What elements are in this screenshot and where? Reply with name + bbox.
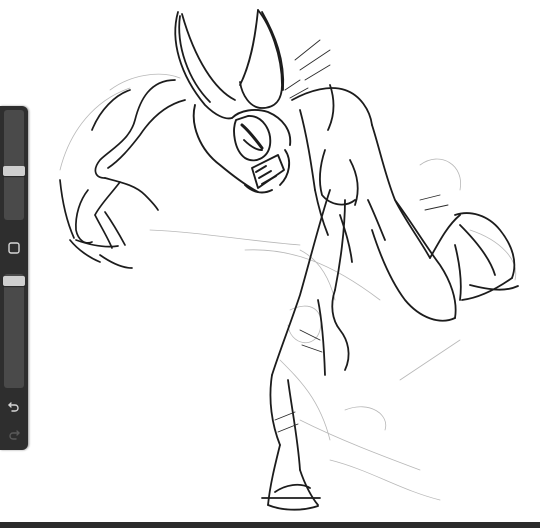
drawing-canvas[interactable] [0, 0, 540, 522]
opacity-slider[interactable] [3, 274, 25, 388]
brush-size-slider[interactable] [3, 110, 25, 220]
brush-sidebar [0, 106, 28, 450]
undo-button[interactable] [4, 396, 24, 416]
square-icon [8, 242, 20, 254]
opacity-thumb[interactable] [3, 276, 25, 286]
brush-size-thumb[interactable] [3, 166, 25, 176]
sketch-artwork [59, 9, 519, 511]
modify-button[interactable] [4, 238, 24, 258]
redo-button[interactable] [4, 424, 24, 444]
redo-icon [9, 430, 20, 440]
undo-icon [8, 402, 19, 412]
bottom-toolbar [0, 522, 540, 528]
